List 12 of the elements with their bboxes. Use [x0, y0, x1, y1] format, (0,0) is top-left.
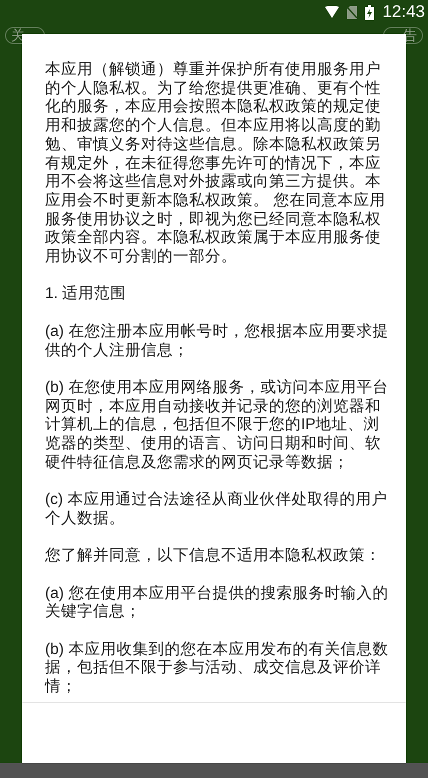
- no-sim-icon: [347, 6, 358, 18]
- policy-paragraph: (c) 本应用通过合法途径从商业伙伴处取得的用户个人数据。: [45, 491, 388, 529]
- policy-paragraph: (a) 在您注册本应用帐号时，您根据本应用要求提供的个人注册信息；: [45, 322, 389, 360]
- policy-paragraph: 1. 适用范围: [45, 285, 128, 304]
- battery-charging-icon: [365, 4, 374, 20]
- clock-time: 12:43: [382, 1, 425, 24]
- policy-paragraph: 您了解并同意，以下信息不适用本隐私权政策：: [45, 547, 382, 566]
- wifi-icon: [325, 6, 340, 18]
- policy-paragraph: (b) 在您使用本应用网络服务，或访问本应用平台网页时，本应用自动接收并记录的您的浏览器和计算机上的信息，包括但不限于您的IP地址、浏览器的类型、使用的语言、访问日期和时间、软硬件特征信息及您需求的网页记录等数据；: [45, 378, 389, 472]
- policy-paragraph: (a) 您在使用本应用平台提供的搜索服务时输入的关键字信息；: [45, 584, 389, 622]
- policy-paragraph: 本应用（解锁通）尊重并保护所有使用服务用户的个人隐私权。为了给您提供更准确、更有个性化的服务，本应用会按照本隐私权政策的规定使用和披露您的个人信息。但本应用将以高度的勤勉、审慎义务对待这些信息。除本隐私权政策另有规定外，在未征得您事先许可的情况下，本应用不会将这些信息对外披露或向第三方提供。本应用会不时更新本隐私权政策。 您在同意本应用服务使用协议之时，即视为您已经同意本隐私权政策全部内容。本隐私权政策属于本应用服务使用协议不可分割的一部分。: [45, 61, 386, 267]
- policy-paragraph: (b) 本应用收集到的您在本应用发布的有关信息数据，包括但不限于参与活动、成交信息及评价详情；: [45, 640, 389, 697]
